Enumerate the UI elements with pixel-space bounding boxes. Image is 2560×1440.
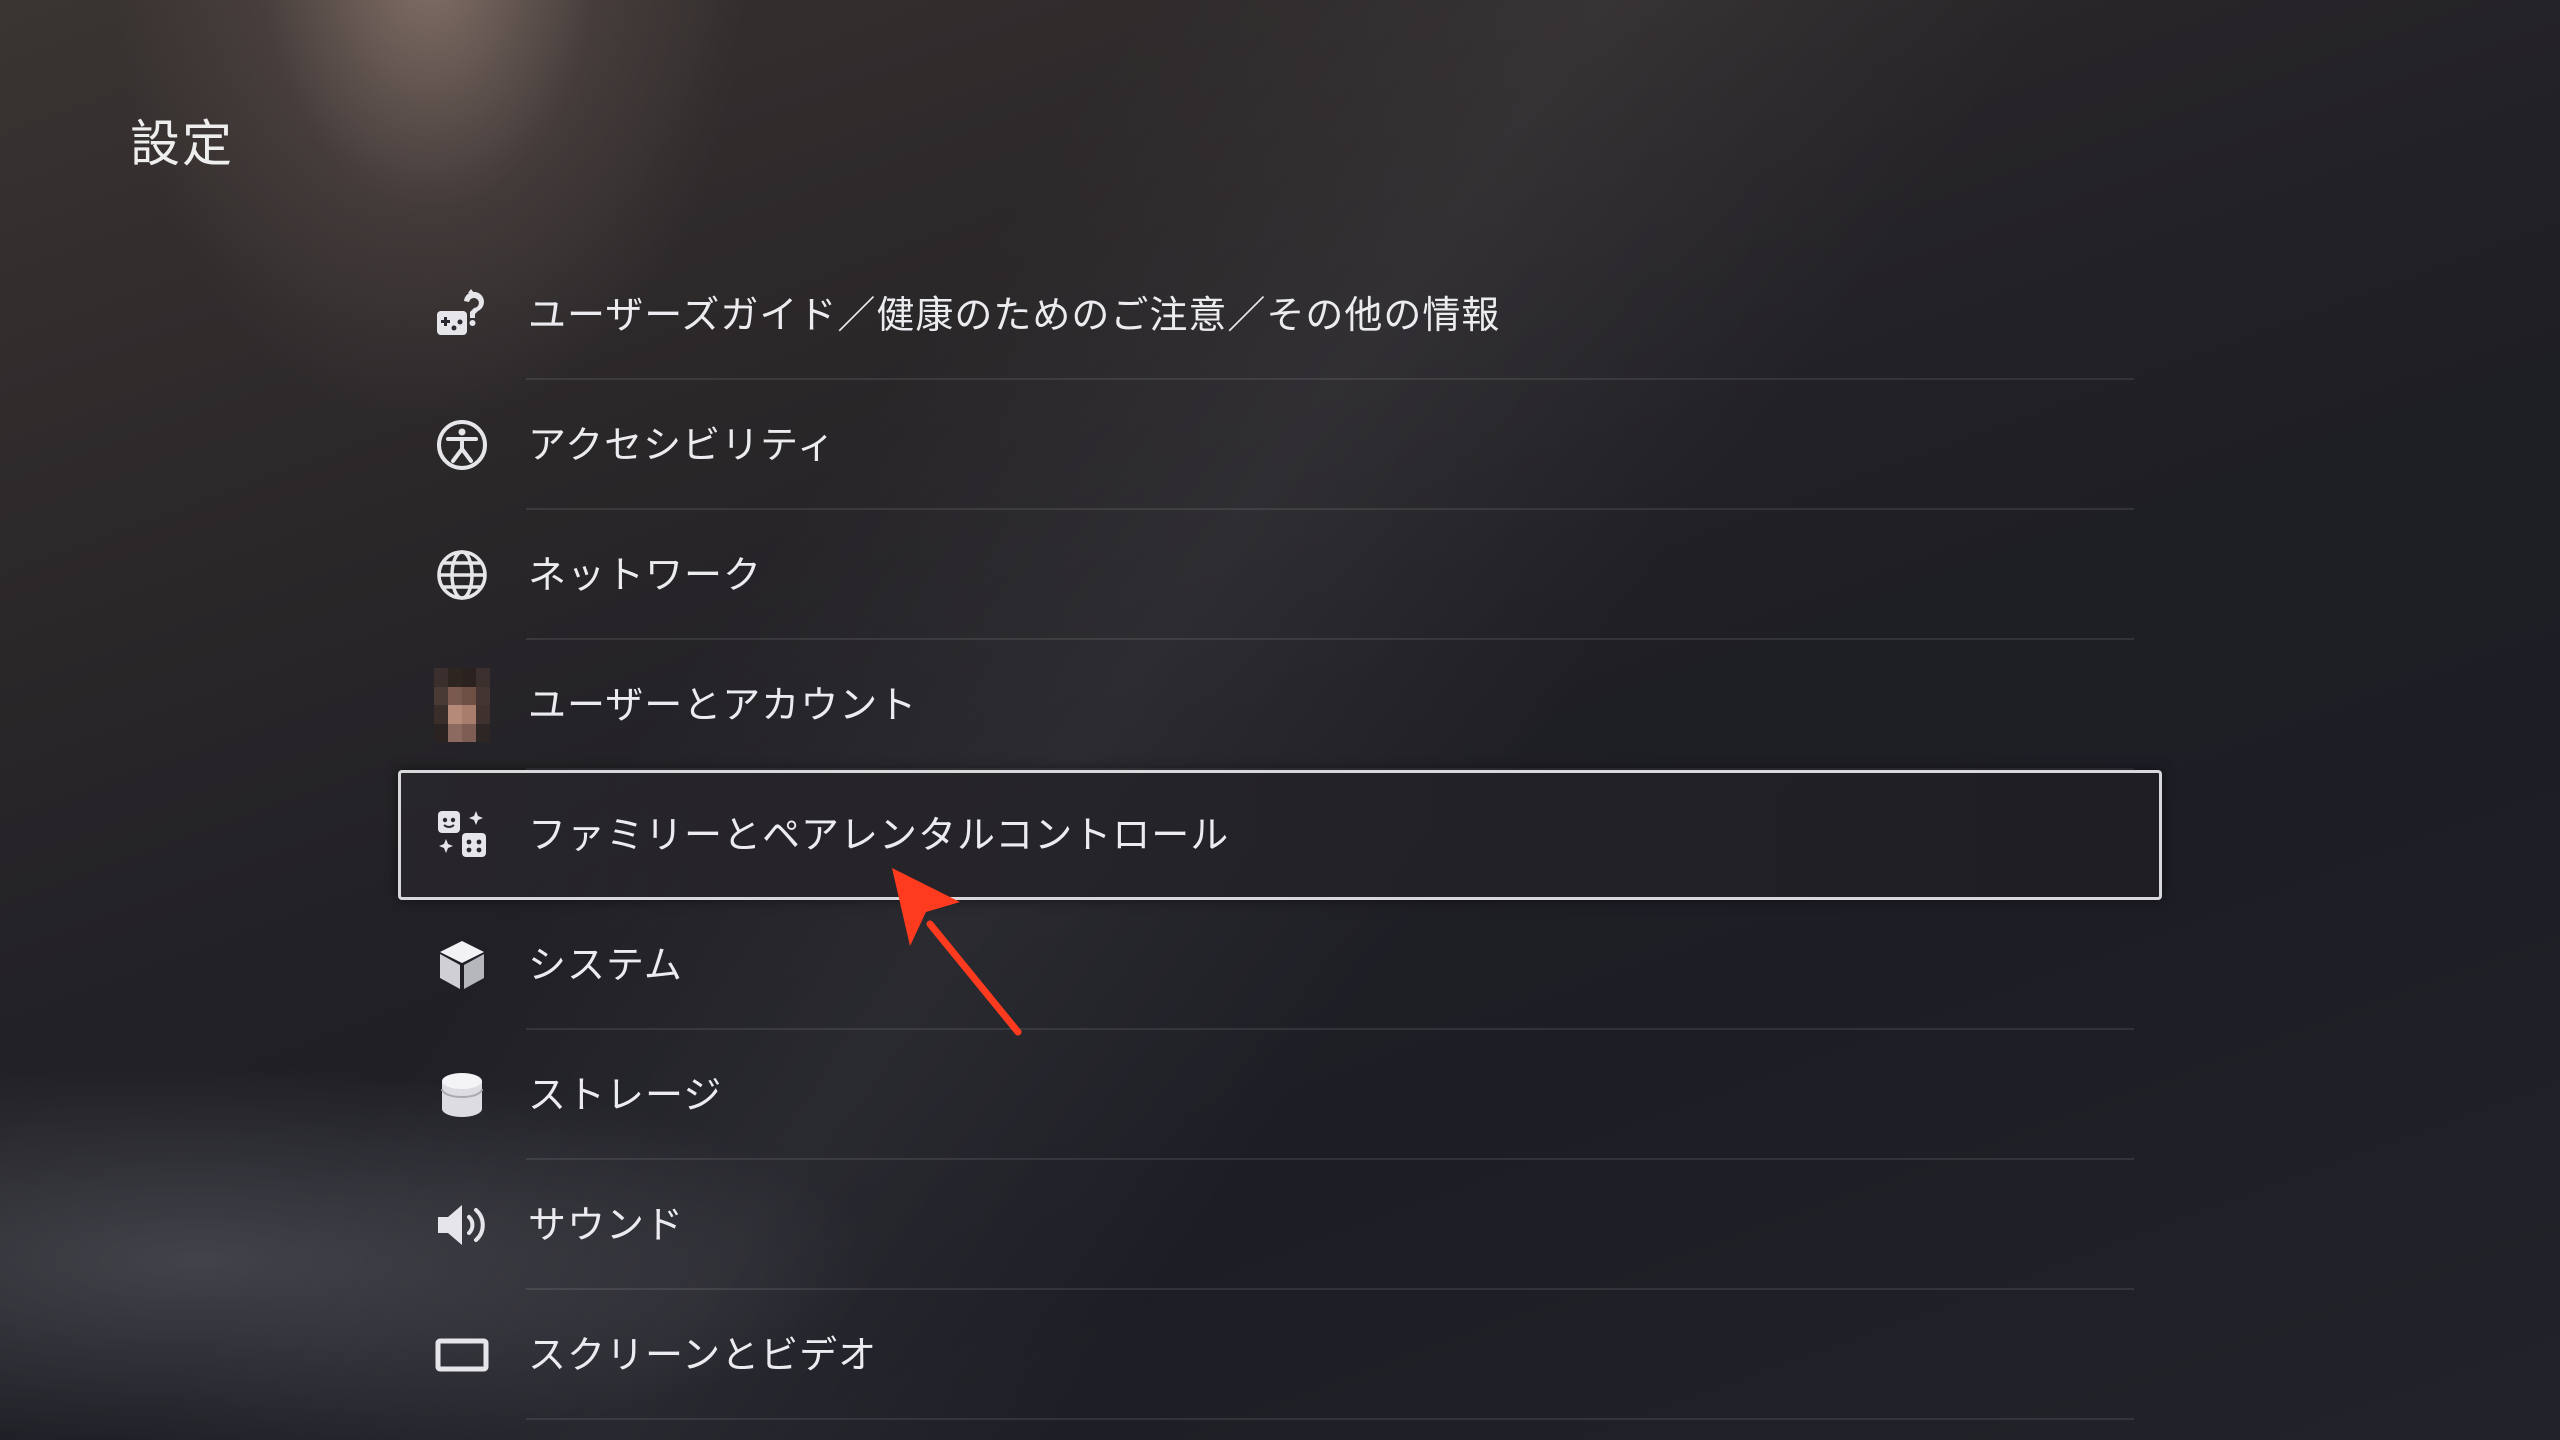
settings-item-label: アクセシビリティ: [528, 423, 836, 467]
screen-icon: [434, 1327, 490, 1383]
settings-item-screen-video[interactable]: スクリーンとビデオ: [398, 1290, 2162, 1420]
settings-list: ユーザーズガイド／健康のためのご注意／その他の情報 アクセシビリティ ネットワー…: [398, 250, 2162, 1420]
settings-item-label: ユーザーズガイド／健康のためのご注意／その他の情報: [528, 293, 1501, 337]
settings-item-users-accounts[interactable]: ユーザーとアカウント: [398, 640, 2162, 770]
speaker-icon: [434, 1197, 490, 1253]
settings-item-storage[interactable]: ストレージ: [398, 1030, 2162, 1160]
settings-item-label: システム: [528, 943, 683, 987]
settings-item-label: サウンド: [528, 1203, 685, 1247]
settings-item-label: ネットワーク: [528, 553, 763, 597]
settings-item-family-parental-controls[interactable]: ファミリーとペアレンタルコントロール: [398, 770, 2162, 900]
settings-item-label: ファミリーとペアレンタルコントロール: [528, 813, 1230, 857]
settings-item-system[interactable]: システム: [398, 900, 2162, 1030]
settings-item-network[interactable]: ネットワーク: [398, 510, 2162, 640]
globe-icon: [434, 547, 490, 603]
settings-item-label: スクリーンとビデオ: [528, 1333, 878, 1377]
avatar: [434, 668, 490, 742]
cube-icon: [434, 937, 490, 993]
settings-item-label: ストレージ: [528, 1073, 723, 1117]
accessibility-icon: [434, 417, 490, 473]
settings-item-label: ユーザーとアカウント: [528, 683, 918, 727]
settings-item-accessibility[interactable]: アクセシビリティ: [398, 380, 2162, 510]
user-guide-icon: [434, 287, 490, 343]
page-title: 設定: [130, 115, 234, 173]
family-icon: [434, 807, 490, 863]
settings-item-sound[interactable]: サウンド: [398, 1160, 2162, 1290]
storage-icon: [434, 1067, 490, 1123]
settings-item-user-guide[interactable]: ユーザーズガイド／健康のためのご注意／その他の情報: [398, 250, 2162, 380]
divider: [526, 1418, 2134, 1420]
